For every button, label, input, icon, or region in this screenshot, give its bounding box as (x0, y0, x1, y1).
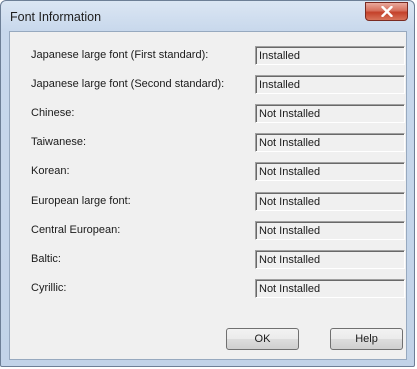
ok-button[interactable]: OK (226, 328, 299, 350)
font-status-field: Installed (255, 46, 405, 65)
dialog-title: Font Information (10, 10, 102, 24)
dialog-content: Japanese large font (First standard): In… (9, 31, 407, 360)
font-status-field: Not Installed (255, 104, 405, 123)
font-status-field: Not Installed (255, 250, 405, 269)
font-row-cyrillic: Cyrillic: Not Installed (10, 279, 406, 299)
font-status-field: Not Installed (255, 279, 405, 298)
font-status-field: Not Installed (255, 162, 405, 181)
font-information-dialog: Font Information Japanese large font (Fi… (0, 0, 415, 367)
font-label: Chinese: (31, 107, 75, 119)
font-row-japanese-first: Japanese large font (First standard): In… (10, 46, 406, 66)
font-label: Cyrillic: (31, 282, 67, 294)
font-row-european-large: European large font: Not Installed (10, 192, 406, 212)
font-row-korean: Korean: Not Installed (10, 162, 406, 182)
font-row-baltic: Baltic: Not Installed (10, 250, 406, 270)
font-label: Japanese large font (Second standard): (31, 78, 225, 90)
font-status-field: Not Installed (255, 192, 405, 211)
font-row-japanese-second: Japanese large font (Second standard): I… (10, 75, 406, 95)
font-row-taiwanese: Taiwanese: Not Installed (10, 133, 406, 153)
font-label: European large font: (31, 195, 131, 207)
font-row-chinese: Chinese: Not Installed (10, 104, 406, 124)
font-row-central-european: Central European: Not Installed (10, 221, 406, 241)
font-status-field: Not Installed (255, 133, 405, 152)
font-status-field: Installed (255, 75, 405, 94)
font-label: Japanese large font (First standard): (31, 49, 209, 61)
help-button[interactable]: Help (330, 328, 403, 350)
title-bar[interactable]: Font Information (1, 1, 414, 31)
font-status-field: Not Installed (255, 221, 405, 240)
close-x-icon (380, 6, 393, 17)
font-label: Korean: (31, 165, 70, 177)
font-label: Central European: (31, 224, 121, 236)
font-label: Baltic: (31, 253, 61, 265)
close-button[interactable] (365, 2, 408, 21)
font-label: Taiwanese: (31, 136, 87, 148)
